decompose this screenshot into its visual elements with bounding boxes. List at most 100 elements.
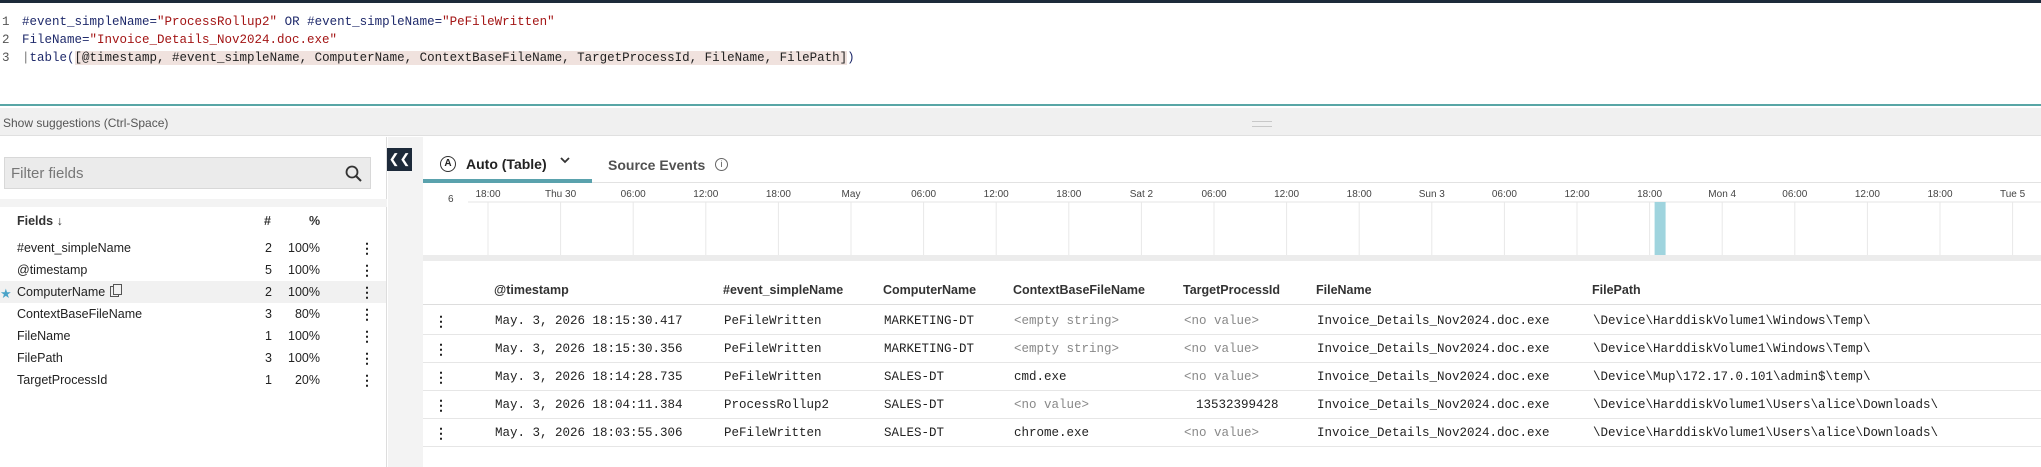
- panel-separator: [0, 199, 387, 207]
- timeline-tick-label: 06:00: [1492, 189, 1517, 200]
- event-timeline[interactable]: 6 18:00 Thu 30 06:00 12:00 18:00 May 06:00 12:00…: [423, 185, 2041, 257]
- table-row[interactable]: ⋮ May. 3, 2026 18:14:28.735 PeFileWritten S…: [423, 363, 2041, 391]
- field-count: 2: [265, 241, 272, 255]
- table-cell[interactable]: May. 3, 2026 18:14:28.735: [495, 363, 683, 391]
- table-cell[interactable]: Invoice_Details_Nov2024.doc.exe: [1317, 419, 1550, 447]
- field-name[interactable]: ContextBaseFileName: [17, 303, 142, 325]
- collapse-panel-button[interactable]: ❮❮: [387, 148, 412, 171]
- field-name[interactable]: FileName: [17, 325, 71, 347]
- line-number: 2: [2, 33, 10, 47]
- timeline-tick-label: 18:00: [766, 189, 791, 200]
- table-cell[interactable]: 13532399428: [1196, 391, 1279, 419]
- field-name[interactable]: FilePath: [17, 347, 63, 369]
- table-cell[interactable]: PeFileWritten: [724, 335, 822, 363]
- timeline-tick-label: 12:00: [1855, 189, 1880, 200]
- table-cell[interactable]: SALES-DT: [884, 391, 944, 419]
- table-cell[interactable]: <no value>: [1184, 307, 1259, 335]
- table-row[interactable]: ⋮ May. 3, 2026 18:15:30.356 PeFileWritten M…: [423, 335, 2041, 363]
- field-row[interactable]: FilePath 3 100% ⋮: [0, 347, 386, 369]
- column-header[interactable]: ComputerName: [883, 283, 976, 297]
- row-menu-icon[interactable]: ⋮: [434, 335, 448, 363]
- table-cell[interactable]: \Device\HarddiskVolume1\Windows\Temp\: [1593, 307, 1871, 335]
- table-cell[interactable]: \Device\Mup\172.17.0.101\admin$\temp\: [1593, 363, 1871, 391]
- table-row[interactable]: ⋮ May. 3, 2026 18:15:30.417 PeFileWritten M…: [423, 307, 2041, 335]
- table-cell[interactable]: PeFileWritten: [724, 363, 822, 391]
- table-cell[interactable]: PeFileWritten: [724, 307, 822, 335]
- field-row[interactable]: ContextBaseFileName 3 80% ⋮: [0, 303, 386, 325]
- kebab-menu-icon[interactable]: ⋮: [360, 259, 374, 281]
- column-header[interactable]: ContextBaseFileName: [1013, 283, 1145, 297]
- table-cell[interactable]: Invoice_Details_Nov2024.doc.exe: [1317, 391, 1550, 419]
- table-cell[interactable]: \Device\HarddiskVolume1\Windows\Temp\: [1593, 335, 1871, 363]
- info-icon[interactable]: i: [715, 158, 728, 171]
- code-line[interactable]: 1 #event_simpleName="ProcessRollup2" OR #…: [0, 13, 555, 31]
- search-icon[interactable]: [345, 165, 362, 187]
- table-cell[interactable]: \Device\HarddiskVolume1\Users\alice\Down…: [1593, 419, 1938, 447]
- field-name[interactable]: ComputerName: [17, 281, 123, 303]
- table-cell[interactable]: cmd.exe: [1014, 363, 1067, 391]
- table-cell[interactable]: chrome.exe: [1014, 419, 1089, 447]
- code-line[interactable]: 2 FileName="Invoice_Details_Nov2024.doc.e…: [0, 31, 337, 49]
- table-cell[interactable]: May. 3, 2026 18:15:30.356: [495, 335, 683, 363]
- column-header[interactable]: TargetProcessId: [1183, 283, 1280, 297]
- table-cell[interactable]: MARKETING-DT: [884, 335, 974, 363]
- table-cell[interactable]: \Device\HarddiskVolume1\Users\alice\Down…: [1593, 391, 1938, 419]
- fields-panel: Fields ↓ # % #event_simpleName2100%⋮@tim…: [0, 137, 387, 467]
- fields-column-header[interactable]: Fields ↓: [17, 214, 63, 228]
- row-menu-icon[interactable]: ⋮: [434, 363, 448, 391]
- table-cell[interactable]: ProcessRollup2: [724, 391, 829, 419]
- table-cell[interactable]: May. 3, 2026 18:03:55.306: [495, 419, 683, 447]
- kebab-menu-icon[interactable]: ⋮: [360, 325, 374, 347]
- code-line[interactable]: 3 |table([@timestamp, #event_simpleName, …: [0, 49, 855, 67]
- field-name[interactable]: @timestamp: [17, 259, 87, 281]
- table-cell[interactable]: Invoice_Details_Nov2024.doc.exe: [1317, 335, 1550, 363]
- field-name[interactable]: TargetProcessId: [17, 369, 107, 391]
- column-header[interactable]: @timestamp: [494, 283, 569, 297]
- field-row[interactable]: #event_simpleName 2 100% ⋮: [0, 237, 386, 259]
- timeline-divider: [423, 255, 2041, 261]
- table-cell[interactable]: <no value>: [1184, 419, 1259, 447]
- column-header[interactable]: #event_simpleName: [723, 283, 843, 297]
- timeline-bar[interactable]: [1654, 202, 1666, 255]
- chevron-down-icon[interactable]: [559, 154, 571, 169]
- tab-auto-table[interactable]: A Auto (Table): [423, 149, 592, 183]
- column-header[interactable]: FilePath: [1592, 283, 1641, 297]
- field-row[interactable]: FileName 1 100% ⋮: [0, 325, 386, 347]
- table-cell[interactable]: <empty string>: [1014, 335, 1119, 363]
- kebab-menu-icon[interactable]: ⋮: [360, 347, 374, 369]
- table-cell[interactable]: May. 3, 2026 18:15:30.417: [495, 307, 683, 335]
- table-cell[interactable]: MARKETING-DT: [884, 307, 974, 335]
- kebab-menu-icon[interactable]: ⋮: [360, 281, 374, 303]
- field-count: 5: [265, 263, 272, 277]
- column-header[interactable]: FileName: [1316, 283, 1372, 297]
- row-menu-icon[interactable]: ⋮: [434, 419, 448, 447]
- kebab-menu-icon[interactable]: ⋮: [360, 237, 374, 259]
- kebab-menu-icon[interactable]: ⋮: [360, 303, 374, 325]
- table-cell[interactable]: <empty string>: [1014, 307, 1119, 335]
- table-cell[interactable]: Invoice_Details_Nov2024.doc.exe: [1317, 307, 1550, 335]
- table-cell[interactable]: <no value>: [1014, 391, 1089, 419]
- table-row[interactable]: ⋮ May. 3, 2026 18:03:55.306 PeFileWritten S…: [423, 419, 2041, 447]
- table-cell[interactable]: PeFileWritten: [724, 419, 822, 447]
- filter-fields-input[interactable]: [5, 158, 335, 188]
- show-suggestions-hint[interactable]: Show suggestions (Ctrl-Space): [3, 116, 168, 130]
- star-icon[interactable]: ★: [0, 283, 12, 305]
- row-menu-icon[interactable]: ⋮: [434, 307, 448, 335]
- kebab-menu-icon[interactable]: ⋮: [360, 369, 374, 391]
- table-cell[interactable]: May. 3, 2026 18:04:11.384: [495, 391, 683, 419]
- row-menu-icon[interactable]: ⋮: [434, 391, 448, 419]
- table-cell[interactable]: SALES-DT: [884, 419, 944, 447]
- resize-handle[interactable]: [1252, 121, 1272, 127]
- table-row[interactable]: ⋮ May. 3, 2026 18:04:11.384 ProcessRollup2…: [423, 391, 2041, 419]
- table-cell[interactable]: <no value>: [1184, 335, 1259, 363]
- table-cell[interactable]: <no value>: [1184, 363, 1259, 391]
- filter-fields-box: [4, 157, 371, 189]
- query-editor[interactable]: 1 #event_simpleName="ProcessRollup2" OR #…: [0, 0, 2041, 106]
- field-name[interactable]: #event_simpleName: [17, 237, 131, 259]
- field-row[interactable]: ★ ComputerName 2 100% ⋮: [0, 281, 386, 303]
- table-cell[interactable]: SALES-DT: [884, 363, 944, 391]
- field-row[interactable]: @timestamp 5 100% ⋮: [0, 259, 386, 281]
- table-cell[interactable]: Invoice_Details_Nov2024.doc.exe: [1317, 363, 1550, 391]
- field-row[interactable]: TargetProcessId 1 20% ⋮: [0, 369, 386, 391]
- copy-icon[interactable]: [110, 284, 123, 297]
